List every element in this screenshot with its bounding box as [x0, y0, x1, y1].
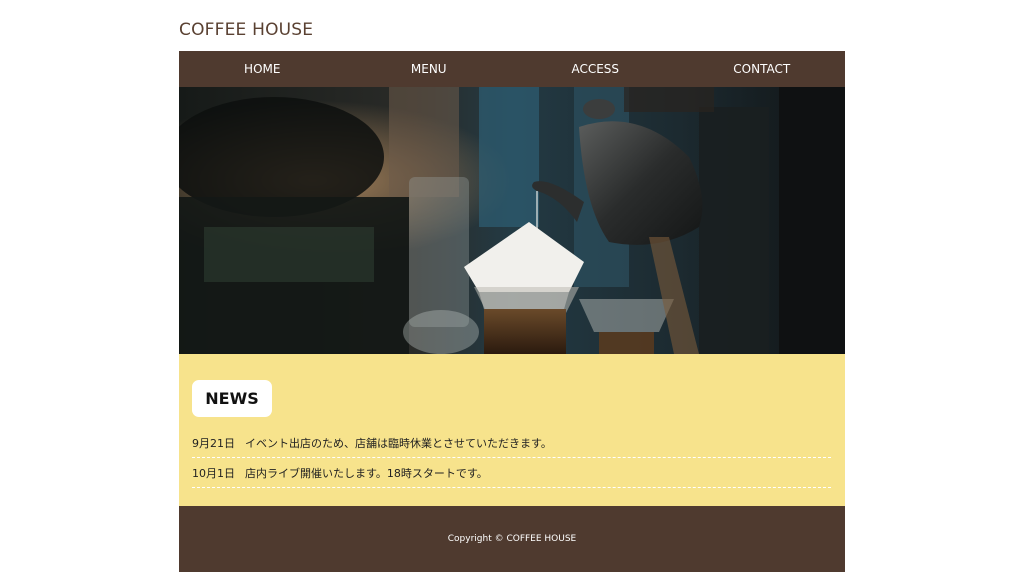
nav-access[interactable]: ACCESS: [512, 51, 679, 87]
nav-contact[interactable]: CONTACT: [679, 51, 846, 87]
nav-home[interactable]: HOME: [179, 51, 346, 87]
hero-image: [179, 87, 845, 354]
news-item: 9月21日 イベント出店のため、店舗は臨時休業とさせていただきます。: [192, 428, 831, 458]
page: COFFEE HOUSE HOME MENU ACCESS CONTACT NE…: [0, 0, 1024, 572]
copyright-text: Copyright © COFFEE HOUSE: [447, 534, 577, 544]
news-date: 10月1日: [192, 467, 235, 480]
news-text: 店内ライブ開催いたします。18時スタートです。: [245, 467, 488, 480]
news-list: 9月21日 イベント出店のため、店舗は臨時休業とさせていただきます。 10月1日…: [192, 428, 831, 488]
news-date: 9月21日: [192, 437, 235, 450]
hero-coffee-photo: [179, 87, 845, 354]
news-section: NEWS 9月21日 イベント出店のため、店舗は臨時休業とさせていただきます。 …: [179, 354, 845, 506]
news-item: 10月1日 店内ライブ開催いたします。18時スタートです。: [192, 458, 831, 488]
footer: Copyright © COFFEE HOUSE: [179, 506, 845, 572]
news-text: イベント出店のため、店舗は臨時休業とさせていただきます。: [245, 437, 552, 450]
main-nav: HOME MENU ACCESS CONTACT: [179, 51, 845, 87]
site-title[interactable]: COFFEE HOUSE: [179, 20, 313, 40]
news-heading: NEWS: [192, 380, 272, 417]
nav-menu[interactable]: MENU: [346, 51, 513, 87]
